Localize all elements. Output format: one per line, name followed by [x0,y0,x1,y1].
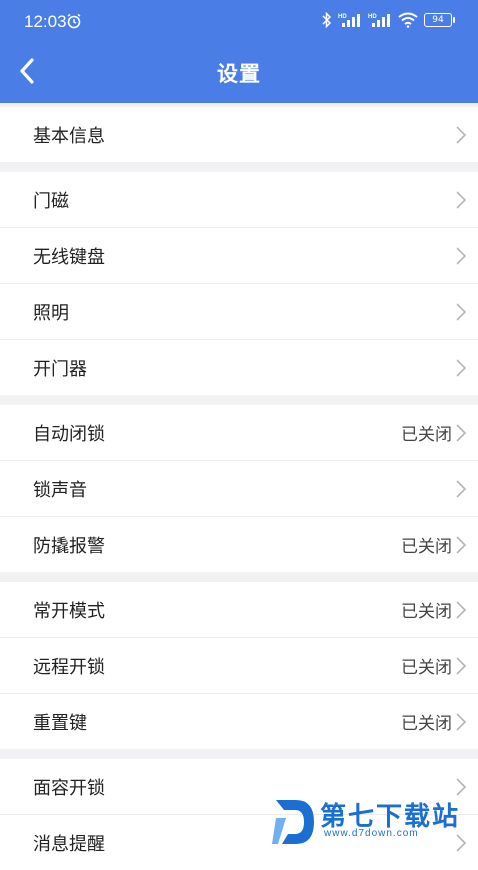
status-icons: HD HD 94 [322,12,455,28]
settings-row[interactable]: 常开模式 已关闭 [0,582,478,638]
page-title: 设置 [217,62,261,86]
settings-row-value: 已关闭 [401,537,452,557]
chevron-right-icon [456,303,467,321]
status-bar: 12:03 HD HD 94 [0,0,478,44]
chevron-right-icon [456,480,467,498]
settings-row-value: 已关闭 [401,714,452,734]
chevron-right-icon [456,424,467,442]
settings-group: 门磁无线键盘照明开门器 [0,172,478,395]
chevron-right-icon [456,126,467,144]
settings-row[interactable]: 照明 [0,284,478,340]
chevron-right-icon [456,536,467,554]
settings-row-label: 重置键 [33,712,87,734]
app-header: 12:03 HD HD 94 设置 [0,0,478,103]
settings-group: 基本信息 [0,107,478,162]
battery-level: 94 [432,15,444,25]
alarm-clock-icon [67,13,81,29]
settings-row[interactable]: 自动闭锁 已关闭 [0,405,478,461]
settings-row[interactable]: 防撬报警 已关闭 [0,517,478,572]
settings-row-label: 照明 [33,302,69,324]
chevron-right-icon [456,601,467,619]
settings-list: 基本信息 门磁 无线键盘 照明 开门器 自动闭锁 已关闭 锁声音 防撬报警 已关闭 常开模式 已关闭远… [0,107,478,870]
settings-row-label: 消息提醒 [33,833,105,855]
watermark-logo: 第七下载站 www.d7down.com [272,794,472,850]
settings-row[interactable]: 锁声音 [0,461,478,517]
wifi-icon [398,12,418,28]
settings-row-label: 防撬报警 [33,535,105,557]
settings-row-label: 无线键盘 [33,246,105,268]
settings-row-value: 已关闭 [401,602,452,622]
network-badge-1: HD [338,14,347,20]
settings-row[interactable]: 门磁 [0,172,478,228]
settings-row-label: 开门器 [33,358,87,380]
chevron-right-icon [456,713,467,731]
settings-row-value: 已关闭 [401,658,452,678]
settings-row[interactable]: 开门器 [0,340,478,395]
settings-row[interactable]: 无线键盘 [0,228,478,284]
title-bar: 设置 [0,50,478,94]
settings-row-value: 已关闭 [401,425,452,445]
settings-row-label: 面容开锁 [33,777,105,799]
battery-icon: 94 [424,13,455,27]
settings-row[interactable]: 重置键 已关闭 [0,694,478,749]
settings-group: 自动闭锁 已关闭 锁声音 防撬报警 已关闭 [0,405,478,572]
chevron-right-icon [456,657,467,675]
watermark-url: www.d7down.com [324,828,419,839]
cellular-signal-icon: HD [338,14,360,27]
chevron-right-icon [456,191,467,209]
settings-row-label: 自动闭锁 [33,423,105,445]
cellular-signal-icon-2: HD [368,14,390,27]
settings-row-label: 锁声音 [33,479,87,501]
chevron-right-icon [456,359,467,377]
settings-row[interactable]: 基本信息 [0,107,478,162]
bluetooth-icon [322,12,332,28]
settings-row-label: 门磁 [33,190,69,212]
chevron-right-icon [456,247,467,265]
settings-group: 常开模式 已关闭 远程开锁 已关闭 重置键 已关闭 [0,582,478,749]
watermark-d-logo-icon [272,800,314,844]
settings-row-label: 基本信息 [33,125,105,147]
settings-row[interactable]: 远程开锁 已关闭 [0,638,478,694]
network-badge-2: HD [368,14,377,20]
settings-row-label: 常开模式 [33,600,105,622]
status-time: 12:03 [24,12,67,31]
settings-row-label: 远程开锁 [33,656,105,678]
